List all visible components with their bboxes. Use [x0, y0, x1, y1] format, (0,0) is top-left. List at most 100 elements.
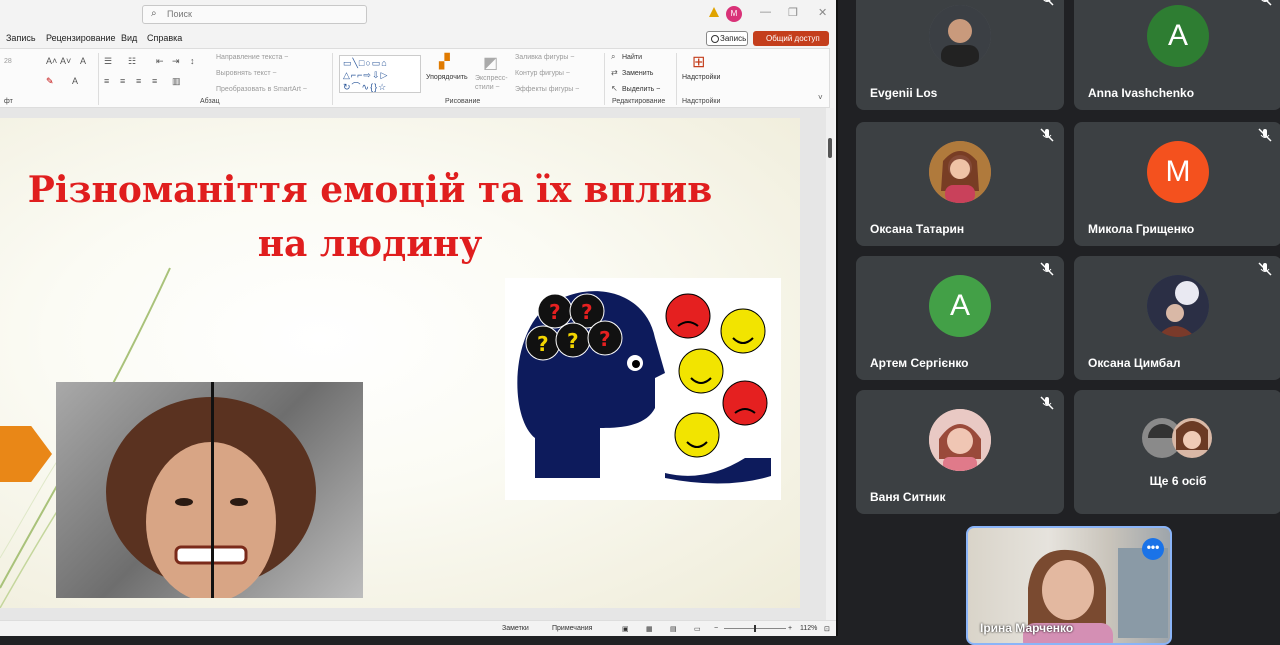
align-left-icon[interactable]: ≡ — [104, 76, 109, 86]
quick-styles-button[interactable]: Экспресс-стили ~ — [475, 74, 511, 92]
slide[interactable]: Різноманіття емоцій та їх вплив на людин… — [0, 118, 800, 608]
scroll-thumb[interactable] — [828, 138, 832, 158]
fit-slide-icon[interactable]: ⊡ — [824, 625, 830, 633]
columns-icon[interactable]: ▥ — [172, 76, 181, 87]
select-button[interactable]: Выделить ~ — [622, 86, 660, 93]
participant-tile[interactable]: A Артем Сергієнко — [856, 256, 1064, 380]
tab-review[interactable]: Рецензирование — [46, 33, 116, 43]
minimize-icon[interactable]: — — [760, 6, 771, 18]
zoom-slider-handle[interactable] — [754, 625, 756, 632]
record-button[interactable]: Запись — [706, 31, 748, 46]
participant-name: Evgenii Los — [870, 86, 938, 100]
participant-name: Артем Сергієнко — [870, 356, 969, 370]
share-button[interactable]: Общий доступ — [753, 31, 829, 46]
justify-icon[interactable]: ≡ — [152, 76, 157, 86]
replace-button[interactable]: Заменить — [622, 70, 653, 77]
normal-view-icon[interactable]: ▣ — [622, 625, 629, 633]
avatar — [929, 5, 991, 67]
participant-tile[interactable]: M Микола Грищенко — [1074, 122, 1280, 246]
mic-off-icon — [1040, 396, 1054, 410]
font-size-field[interactable]: 28 — [4, 58, 12, 65]
tab-help[interactable]: Справка — [147, 33, 182, 43]
participant-name: Микола Грищенко — [1088, 222, 1195, 236]
more-participants-tile[interactable]: Ще 6 осіб — [1074, 390, 1280, 514]
align-right-icon[interactable]: ≡ — [136, 76, 141, 86]
slideshow-icon[interactable]: ▭ — [694, 625, 701, 633]
head-emotions-image[interactable]: ? ? ? ? ? — [505, 278, 781, 500]
participant-tile[interactable]: A Anna Ivashchenko — [1074, 0, 1280, 110]
participant-tile[interactable]: Ваня Ситник — [856, 390, 1064, 514]
zoom-out-icon[interactable]: − — [714, 625, 718, 632]
svg-text:?: ? — [581, 300, 593, 324]
bullets-icon[interactable]: ☰ — [104, 56, 112, 67]
arrange-icon[interactable]: ▞ — [439, 53, 450, 70]
grow-font-icon[interactable]: A˄ — [46, 56, 57, 66]
split-face-image[interactable] — [56, 382, 363, 598]
smartart-button[interactable]: Преобразовать в SmartArt ~ — [216, 86, 307, 93]
slide-sorter-icon[interactable]: ▦ — [646, 625, 653, 633]
quick-styles-icon[interactable]: ◩ — [483, 53, 498, 73]
decrease-indent-icon[interactable]: ⇤ — [156, 56, 164, 67]
restore-icon[interactable]: ❐ — [788, 6, 798, 19]
vertical-scrollbar[interactable] — [826, 108, 834, 620]
participant-tile[interactable]: Оксана Татарин — [856, 122, 1064, 246]
divider — [98, 53, 99, 105]
addins-icon[interactable]: ⊞ — [692, 52, 705, 72]
numbering-icon[interactable]: ☷ — [128, 56, 136, 67]
arrange-button[interactable]: Упорядочить — [426, 74, 468, 81]
search-input[interactable]: ⌕ Поиск — [142, 5, 367, 24]
divider — [676, 53, 677, 105]
text-direction-button[interactable]: Направление текста ~ — [216, 54, 288, 61]
shape-fill-button[interactable]: Заливка фигуры ~ — [515, 54, 575, 61]
avatar: A — [929, 275, 991, 337]
mic-off-icon — [1040, 128, 1054, 142]
avatar-photo — [929, 5, 991, 67]
increase-indent-icon[interactable]: ⇥ — [172, 56, 180, 67]
shape-effects-button[interactable]: Эффекты фигуры ~ — [515, 86, 579, 93]
highlight-icon[interactable]: ✎ — [46, 76, 54, 87]
shrink-font-icon[interactable]: A˅ — [60, 56, 71, 66]
close-icon[interactable]: ✕ — [818, 6, 827, 19]
ribbon: 28 A˄ A˅ A ✎ A фт ☰ ☷ ⇤ ⇥ ↕ ≡ ≡ ≡ ≡ ▥ На… — [0, 48, 830, 108]
clear-format-icon[interactable]: A — [80, 56, 86, 66]
more-options-button[interactable]: ••• — [1142, 538, 1164, 560]
more-participants-label: Ще 6 осіб — [1149, 474, 1207, 488]
addins-group-label: Надстройки — [682, 98, 721, 105]
participant-tile[interactable]: Evgenii Los — [856, 0, 1064, 110]
avatar: M — [1147, 141, 1209, 203]
font-color-icon[interactable]: A — [72, 76, 78, 86]
mic-off-icon — [1040, 262, 1054, 276]
self-video-tile[interactable]: ••• Ірина Марченко — [966, 526, 1172, 645]
shapes-gallery[interactable]: ▭╲□○▭⌂ △⌐⌐⇨⇩▷ ↻⌒∿{}☆ — [339, 55, 421, 93]
participant-name: Оксана Татарин — [870, 222, 965, 236]
avatar — [929, 409, 991, 471]
zoom-in-icon[interactable]: + — [788, 625, 792, 632]
avatar — [929, 141, 991, 203]
comments-button[interactable]: Примечания — [552, 625, 592, 632]
paragraph-group-label: Абзац — [200, 98, 220, 105]
participant-tile[interactable]: Оксана Цимбал — [1074, 256, 1280, 380]
slide-title[interactable]: Різноманіття емоцій та їх вплив на людин… — [20, 163, 720, 271]
user-avatar[interactable]: M — [726, 6, 742, 22]
tab-record[interactable]: Запись — [6, 33, 36, 43]
zoom-slider[interactable] — [724, 625, 786, 632]
find-button[interactable]: Найти — [622, 54, 642, 61]
line-spacing-icon[interactable]: ↕ — [190, 56, 195, 66]
mic-off-icon — [1040, 0, 1054, 6]
stacked-avatars — [1142, 418, 1212, 458]
mic-off-icon — [1258, 262, 1272, 276]
slide-title-line2: на людину — [257, 223, 483, 265]
find-icon: ⌕ — [611, 52, 616, 61]
warning-icon[interactable] — [709, 7, 719, 17]
split-face-drawing — [106, 382, 316, 598]
screen: ⌕ Поиск M — ❐ ✕ Запись Рецензирование Ви… — [0, 0, 1280, 645]
shape-outline-button[interactable]: Контур фигуры ~ — [515, 70, 570, 77]
tab-view[interactable]: Вид — [121, 33, 137, 43]
align-text-button[interactable]: Выровнять текст ~ — [216, 70, 277, 77]
addins-button[interactable]: Надстройки — [682, 74, 720, 81]
align-center-icon[interactable]: ≡ — [120, 76, 125, 86]
reading-view-icon[interactable]: ▤ — [670, 625, 677, 633]
collapse-ribbon-icon[interactable]: ˅ — [818, 93, 823, 102]
zoom-level[interactable]: 112% — [800, 625, 817, 632]
notes-button[interactable]: Заметки — [502, 625, 529, 632]
